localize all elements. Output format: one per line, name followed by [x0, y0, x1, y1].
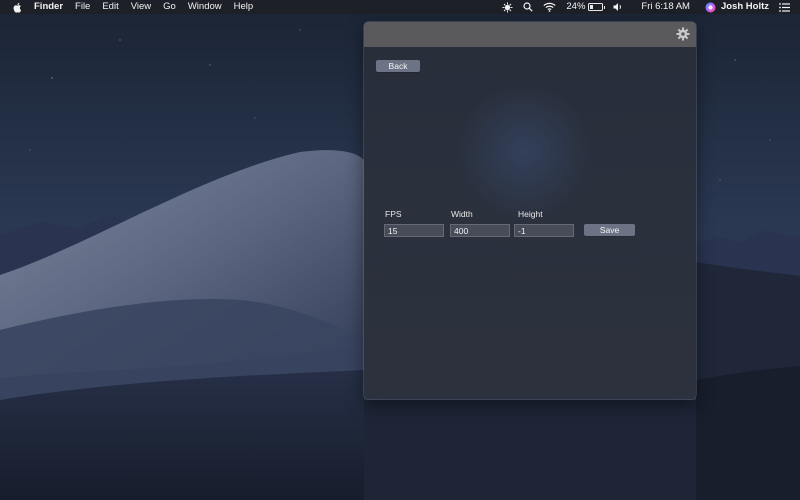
settings-button[interactable] — [676, 27, 690, 41]
battery-percent: 24% — [566, 1, 586, 12]
save-button[interactable]: Save — [584, 224, 635, 236]
spotlight-search-icon[interactable] — [518, 0, 538, 14]
search-icon — [523, 2, 534, 12]
height-field[interactable] — [514, 224, 574, 237]
menu-help[interactable]: Help — [228, 0, 260, 14]
width-label: Width — [451, 209, 473, 219]
siri-icon — [705, 2, 716, 12]
width-field[interactable] — [450, 224, 510, 237]
wifi-icon — [543, 2, 556, 12]
status-app-icon[interactable] — [497, 0, 518, 14]
panel-header — [364, 22, 696, 47]
popover-panel: Back FPS Width Height Save — [364, 22, 696, 399]
user-name[interactable]: Josh Holtz — [718, 0, 774, 14]
apple-icon[interactable] — [11, 0, 23, 14]
battery-level-fill — [590, 5, 594, 9]
height-label: Height — [518, 209, 543, 219]
battery-icon — [588, 3, 606, 11]
back-button[interactable]: Back — [376, 60, 420, 72]
notification-center-button[interactable] — [774, 0, 800, 14]
panel-background-glow — [454, 82, 594, 222]
gear-icon — [676, 27, 690, 41]
menu-window[interactable]: Window — [182, 0, 228, 14]
menu-app-name[interactable]: Finder — [28, 0, 69, 14]
volume-icon — [613, 3, 622, 11]
wifi-status[interactable] — [538, 0, 561, 14]
desktop: Finder File Edit View Go Window Help 24%… — [0, 0, 800, 500]
menu-go[interactable]: Go — [157, 0, 182, 14]
user-avatar[interactable] — [695, 0, 718, 14]
menu-bar: Finder File Edit View Go Window Help 24%… — [0, 0, 800, 14]
list-icon — [779, 2, 790, 12]
menu-edit[interactable]: Edit — [96, 0, 124, 14]
menu-file[interactable]: File — [69, 0, 96, 14]
menu-view[interactable]: View — [125, 0, 157, 14]
volume-status[interactable] — [608, 0, 629, 14]
clock[interactable]: Fri 6:18 AM — [629, 0, 695, 14]
fps-label: FPS — [385, 209, 402, 219]
battery-status[interactable]: 24% — [561, 0, 608, 14]
bug-icon — [502, 2, 513, 12]
fps-field[interactable] — [384, 224, 444, 237]
